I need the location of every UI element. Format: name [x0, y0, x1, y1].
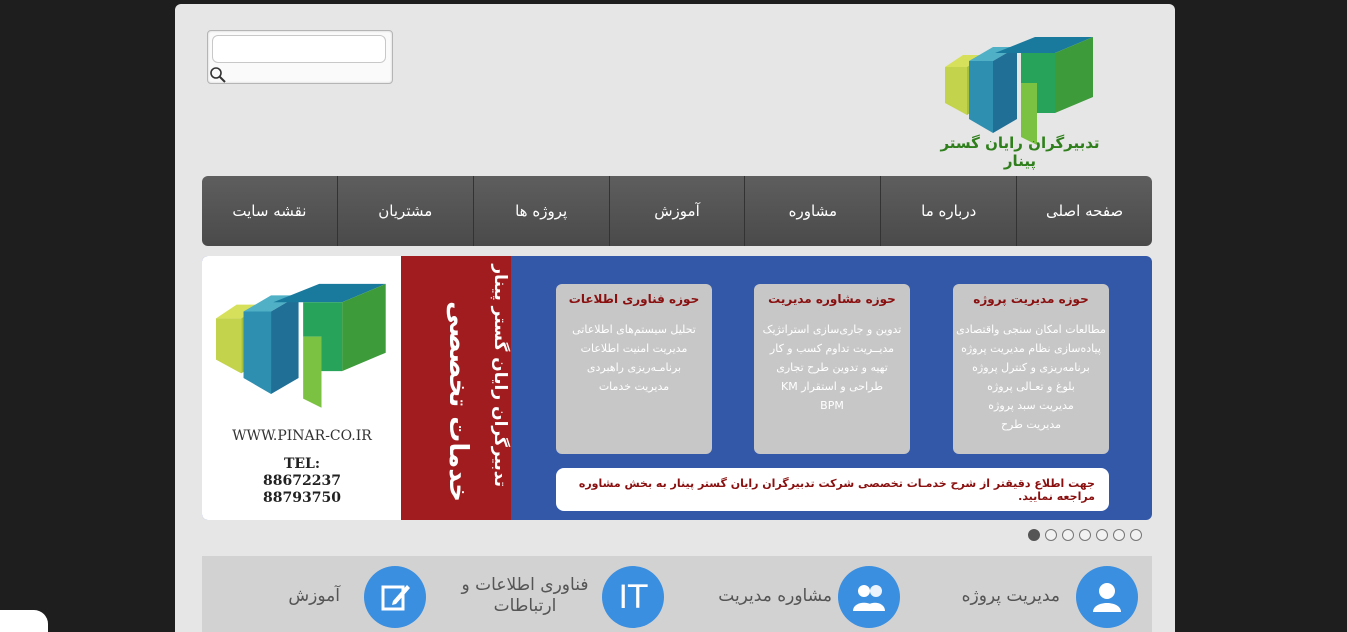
tel-number-1: 88672237 — [263, 473, 341, 489]
nav-training[interactable]: آموزش — [608, 176, 745, 246]
card-title: حوزه مشاوره مدیریت — [768, 292, 896, 306]
card-body: تدوین و جاری‌سازی استراتژیک مدیــریت تدا… — [754, 320, 910, 415]
card-line: بلوغ و تعـالی پروژه — [987, 380, 1075, 393]
card-line: طراحی و استقرار KM — [781, 380, 883, 393]
slider-dot[interactable] — [1096, 529, 1108, 541]
card-line: برنامه‌ریزی و کنترل پروژه — [972, 361, 1090, 374]
search-icon[interactable] — [209, 66, 227, 84]
corner-badge[interactable] — [0, 610, 48, 632]
users-icon[interactable] — [838, 566, 900, 628]
card-title: حوزه مدیریت پروژه — [973, 292, 1089, 306]
services-section: مدیریت پروژه مشاوره مدیریت IT فناوری اطل… — [202, 556, 1152, 632]
nav-home[interactable]: صفحه اصلی — [1016, 176, 1152, 246]
service-label[interactable]: آموزش — [288, 586, 340, 606]
tel-label: TEL: — [283, 456, 321, 472]
slider-dot[interactable] — [1028, 529, 1040, 541]
service-card-project: حوزه مدیریت پروژه مطالعات امکان سنجی واق… — [953, 284, 1109, 454]
card-line: مدیریت امنیت اطلاعات — [580, 342, 688, 355]
nav-sitemap[interactable]: نقشه سایت — [202, 176, 337, 246]
banner-contact-panel: WWW.PINAR-CO.IR TEL: 88672237 88793750 — [202, 256, 402, 520]
card-body: تحلیل سیستم‌های اطلاعاتی مدیریت امنیت اط… — [556, 320, 712, 396]
banner-slide[interactable]: WWW.PINAR-CO.IR TEL: 88672237 88793750 خ… — [202, 256, 1152, 520]
banner-phone: TEL: 88672237 88793750 — [202, 456, 402, 507]
nav-consulting[interactable]: مشاوره — [744, 176, 880, 246]
banner-note: جهت اطلاع دقیقتر از شرح خدمـات تخصصی شرک… — [556, 468, 1109, 511]
edit-icon[interactable] — [364, 566, 426, 628]
banner-logo — [216, 283, 386, 408]
service-project-management[interactable]: مدیریت پروژه — [942, 566, 1142, 628]
nav-projects[interactable]: پروژه ها — [472, 176, 609, 246]
card-line: تدوین و جاری‌سازی استراتژیک — [762, 323, 902, 336]
card-line: مدیریت سبد پروژه — [988, 399, 1074, 412]
slider-dot[interactable] — [1062, 529, 1074, 541]
service-training[interactable]: آموزش — [257, 566, 437, 628]
card-body: مطالعات امکان سنجی واقتصادی پیاده‌سازی ن… — [953, 320, 1109, 434]
card-line: مدیریت طرح — [1000, 418, 1062, 431]
user-icon[interactable] — [1076, 566, 1138, 628]
card-line: برنامـه‌ریزی راهبردی — [586, 361, 682, 374]
service-management-consulting[interactable]: مشاوره مدیریت — [702, 566, 922, 628]
slider-pagination — [1028, 529, 1142, 541]
nav-customers[interactable]: مشتریان — [336, 176, 473, 246]
card-line: تحلیل سیستم‌های اطلاعاتی — [572, 323, 696, 336]
main-nav: صفحه اصلی درباره ما مشاوره آموزش پروژه ه… — [202, 176, 1152, 246]
banner-url: WWW.PINAR-CO.IR — [232, 428, 372, 444]
company-name: تدبیرگران رایان گستر پینار — [940, 134, 1100, 170]
slider-dot[interactable] — [1045, 529, 1057, 541]
tel-number-2: 88793750 — [263, 490, 341, 506]
card-title: حوزه فناوری اطلاعات — [568, 292, 700, 306]
slider-dot[interactable] — [1130, 529, 1142, 541]
service-label[interactable]: مشاوره مدیریت — [718, 586, 832, 606]
card-line: مدیــریت تداوم کسب و کار — [769, 342, 895, 355]
card-line: مدیریت خدمات — [598, 380, 670, 393]
service-label[interactable]: فناوری اطلاعات و ارتباطات — [460, 575, 590, 617]
card-line: مطالعات امکان سنجی واقتصادی — [956, 323, 1106, 336]
service-label[interactable]: مدیریت پروژه — [962, 586, 1060, 606]
slider-dot[interactable] — [1113, 529, 1125, 541]
search-box — [207, 30, 393, 84]
page-container: تدبیرگران رایان گستر پینار صفحه اصلی درب… — [175, 4, 1175, 632]
banner-red-subtitle: تدبیرگران رایان گستر پینار — [490, 264, 510, 487]
card-line: تهیه و تدوین طرح تجاری — [776, 361, 888, 374]
service-card-it: حوزه فناوری اطلاعات تحلیل سیستم‌های اطلا… — [556, 284, 712, 454]
banner-red-title: خدمات تخصصی — [443, 301, 473, 502]
it-icon-text: IT — [618, 578, 648, 616]
service-it[interactable]: IT فناوری اطلاعات و ارتباطات — [462, 566, 687, 628]
banner-title-strip: خدمات تخصصی تدبیرگران رایان گستر پینار — [401, 256, 511, 520]
card-line: BPM — [820, 399, 844, 412]
card-line: پیاده‌سازی نظام مدیریت پروژه — [961, 342, 1101, 355]
it-icon[interactable]: IT — [602, 566, 664, 628]
nav-about[interactable]: درباره ما — [880, 176, 1016, 246]
slider-dot[interactable] — [1079, 529, 1091, 541]
search-input[interactable] — [212, 35, 386, 63]
service-card-consulting: حوزه مشاوره مدیریت تدوین و جاری‌سازی است… — [754, 284, 910, 454]
